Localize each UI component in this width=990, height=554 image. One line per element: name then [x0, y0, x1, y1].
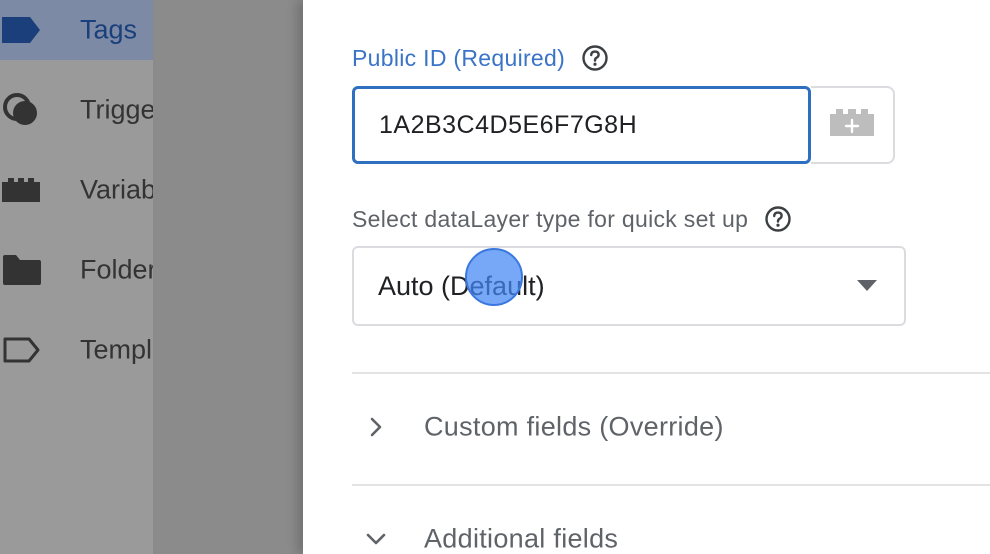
sidebar-item-folders[interactable]: Folders: [0, 240, 153, 300]
folder-icon: [2, 250, 42, 290]
variable-icon: [2, 170, 42, 210]
additional-fields-section-toggle[interactable]: Additional fields: [352, 509, 990, 554]
public-id-input[interactable]: [352, 86, 811, 164]
datalayer-type-select[interactable]: Auto (Default): [352, 246, 906, 326]
sidebar-item-variables[interactable]: Variables: [0, 160, 153, 220]
sidebar-item-label: Templates: [80, 334, 153, 365]
tag-configuration-panel: Public ID (Required) Select dataLayer ty…: [303, 0, 990, 554]
add-variable-button[interactable]: [811, 86, 895, 164]
public-id-label: Public ID (Required): [352, 44, 609, 72]
section-divider: [352, 484, 990, 486]
trigger-icon: [2, 90, 42, 130]
datalayer-type-label-text: Select dataLayer type for quick set up: [352, 205, 749, 232]
tag-icon: [2, 10, 42, 50]
sidebar-item-label: Folders: [80, 254, 153, 285]
chevron-down-icon: [366, 529, 386, 549]
modal-scrim[interactable]: [153, 0, 303, 554]
sidebar-item-label: Variables: [80, 174, 153, 205]
datalayer-type-selected-value: Auto (Default): [378, 270, 545, 301]
datalayer-type-label: Select dataLayer type for quick set up: [352, 205, 792, 233]
sidebar-item-label: Tags: [80, 14, 138, 45]
custom-fields-section-toggle[interactable]: Custom fields (Override): [352, 397, 990, 457]
chevron-right-icon: [366, 417, 386, 437]
section-divider: [352, 372, 990, 374]
section-label: Additional fields: [424, 523, 619, 554]
screen: Tags Triggers Variables: [0, 0, 990, 554]
sidebar-item-triggers[interactable]: Triggers: [0, 80, 153, 140]
sidebar-item-templates[interactable]: Templates: [0, 320, 153, 380]
sidebar-item-label: Triggers: [80, 94, 153, 125]
public-id-label-text: Public ID (Required): [352, 44, 566, 71]
sidebar-item-tags[interactable]: Tags: [0, 0, 153, 60]
help-circle-icon[interactable]: [581, 44, 609, 72]
sidebar-nav: Tags Triggers Variables: [0, 0, 153, 554]
help-circle-icon[interactable]: [764, 205, 792, 233]
add-variable-icon: [828, 108, 876, 143]
template-icon: [2, 330, 42, 370]
dropdown-arrow-icon: [856, 279, 878, 293]
section-label: Custom fields (Override): [424, 411, 724, 442]
